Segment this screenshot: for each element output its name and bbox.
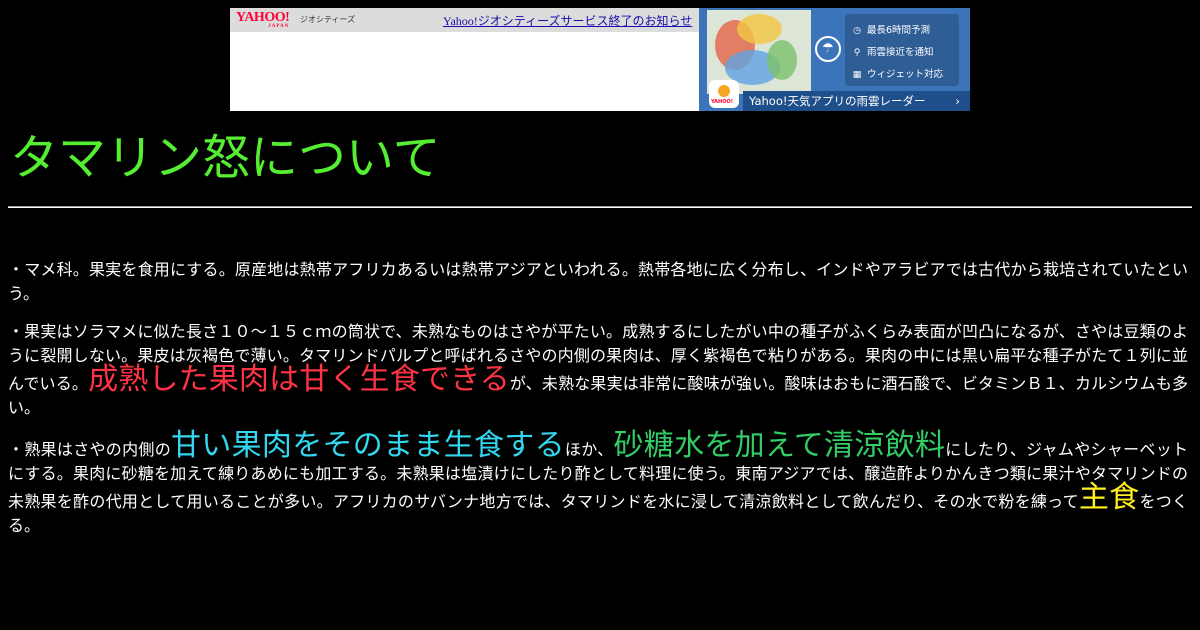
yahoo-logo[interactable]: YAHOO! JAPAN: [236, 10, 290, 30]
feature-label: 最長6時間予測: [867, 25, 931, 36]
highlight-staple-food: 主食: [1078, 480, 1140, 515]
feature-label: 雨雲接近を通知: [867, 47, 934, 58]
service-end-notice-link[interactable]: Yahoo!ジオシティーズサービス終了のお知らせ: [443, 12, 692, 29]
geocities-label: ジオシティーズ: [300, 15, 356, 24]
feature-item: ◷ 最長6時間予測: [851, 22, 930, 36]
paragraph-fruit: ・果実はソラマメに似た長さ１０～１５ｃｍの筒状で、未熟なものはさやが平たい。成熟…: [8, 320, 1188, 420]
chevron-right-icon: ›: [955, 94, 960, 108]
highlight-drink: 砂糖水を加えて清涼飲料: [613, 428, 946, 463]
feature-item: ⚲ 雨雲接近を通知: [851, 44, 934, 58]
page: YAHOO! JAPAN ジオシティーズ Yahoo!ジオシティーズサービス終了…: [0, 0, 1200, 630]
paragraph-text: ・熟果はさやの内側の: [8, 440, 171, 459]
ad-cta-button[interactable]: Yahoo!天気アプリの雨雲レーダー ›: [743, 91, 970, 111]
paragraph-uses: ・熟果はさやの内側の甘い果肉をそのまま生食するほか、砂糖水を加えて清涼飲料にした…: [8, 431, 1188, 538]
yahoo-logo-text: YAHOO!: [236, 10, 290, 25]
clock-icon: ◷: [853, 26, 861, 36]
weather-app-icon: YAHOO!: [709, 80, 739, 108]
paragraph-origin: ・マメ科。果実を食用にする。原産地は熱帯アフリカあるいは熱帯アジアといわれる。熱…: [8, 260, 1188, 303]
highlight-ripe-pulp: 成熟した果肉は甘く生食できる: [88, 362, 510, 397]
sun-icon: [718, 85, 730, 97]
feature-item: ▦ ウィジェット対応: [851, 66, 943, 80]
highlight-eat-raw: 甘い果肉をそのまま生食する: [171, 428, 565, 463]
geocities-banner: YAHOO! JAPAN ジオシティーズ Yahoo!ジオシティーズサービス終了…: [230, 8, 970, 111]
widget-icon: ▦: [852, 70, 862, 80]
feature-label: ウィジェット対応: [867, 69, 944, 80]
article-body: ・マメ科。果実を食用にする。原産地は熱帯アフリカあるいは熱帯アジアといわれる。熱…: [8, 258, 1188, 552]
pin-icon: ⚲: [853, 48, 861, 58]
paragraph-text: ほか、: [564, 440, 614, 459]
banner-header-bar: YAHOO! JAPAN ジオシティーズ Yahoo!ジオシティーズサービス終了…: [230, 8, 699, 32]
app-icon-text: YAHOO!: [711, 99, 733, 105]
ad-cta-label: Yahoo!天気アプリの雨雲レーダー: [749, 94, 926, 108]
weather-app-ad[interactable]: YAHOO! ☂ ◷ 最長6時間予測 ⚲ 雨雲接近を通知 ▦ ウィジェット対応 Yah…: [699, 8, 970, 111]
ad-feature-list: ◷ 最長6時間予測 ⚲ 雨雲接近を通知 ▦ ウィジェット対応: [845, 14, 959, 86]
horizontal-rule: [8, 206, 1192, 208]
rain-cloud-icon: ☂: [815, 36, 841, 62]
page-title: タマリン怒について: [10, 130, 441, 186]
